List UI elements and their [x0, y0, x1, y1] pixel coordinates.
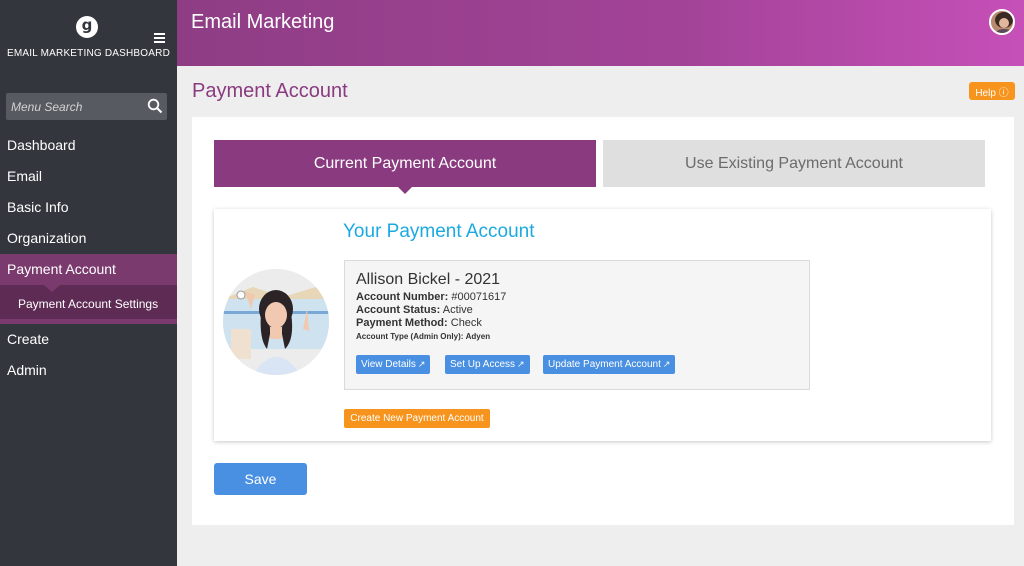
- sidebar-submenu: Payment Account Settings: [0, 285, 177, 324]
- external-link-icon: ↗: [417, 359, 426, 369]
- set-up-access-button[interactable]: Set Up Access ↗: [445, 355, 530, 374]
- create-new-payment-account-button[interactable]: Create New Payment Account: [344, 409, 490, 428]
- account-number-label: Account Number:: [356, 291, 449, 303]
- update-payment-account-label: Update Payment Account: [548, 359, 661, 370]
- external-link-icon: ↗: [517, 359, 525, 369]
- account-portrait: [223, 269, 329, 375]
- account-type-label: Account Type (Admin Only):: [356, 332, 464, 341]
- avatar-image: [991, 11, 1013, 33]
- brand: g EMAIL MARKETING DASHBOARD: [0, 0, 177, 66]
- sidebar-item-payment-account[interactable]: Payment Account: [0, 254, 177, 285]
- sidebar-item-admin[interactable]: Admin: [0, 355, 177, 386]
- brand-logo[interactable]: g: [76, 16, 98, 38]
- view-details-button[interactable]: View Details ↗: [356, 355, 431, 374]
- payment-account-card: Your Payment Account Allison Bickel - 20…: [214, 209, 991, 441]
- account-status-label: Account Status:: [356, 304, 441, 316]
- brand-name: EMAIL MARKETING DASHBOARD: [7, 48, 170, 59]
- hamburger-icon[interactable]: [154, 33, 165, 43]
- account-name: Allison Bickel - 2021: [356, 271, 501, 288]
- user-avatar[interactable]: [989, 9, 1015, 35]
- sidebar-item-organization[interactable]: Organization: [0, 223, 177, 254]
- tab-current-payment-account[interactable]: Current Payment Account: [214, 140, 596, 194]
- update-payment-account-button[interactable]: Update Payment Account ↗: [543, 355, 676, 374]
- sidebar-item-email[interactable]: Email: [0, 161, 177, 192]
- account-type-value: Adyen: [465, 332, 491, 341]
- card-heading: Your Payment Account: [343, 221, 535, 242]
- sidebar: g EMAIL MARKETING DASHBOARD Dashboard Em…: [0, 0, 177, 566]
- payment-method-label: Payment Method:: [356, 317, 448, 329]
- sidebar-item-basic-info[interactable]: Basic Info: [0, 192, 177, 223]
- account-number-value: #00071617: [451, 291, 507, 303]
- set-up-access-label: Set Up Access: [450, 359, 516, 370]
- account-info-box: Allison Bickel - 2021 Account Number: #0…: [344, 260, 810, 390]
- payment-method-row: Payment Method: Check: [356, 317, 482, 329]
- account-type-row: Account Type (Admin Only): Adyen: [356, 332, 490, 341]
- account-number-row: Account Number: #00071617: [356, 291, 506, 303]
- sidebar-nav: Dashboard Email Basic Info Organization …: [0, 130, 177, 386]
- menu-search: [6, 93, 167, 120]
- account-status-value: Active: [442, 304, 473, 316]
- top-header: Email Marketing: [177, 0, 1024, 66]
- sidebar-item-create[interactable]: Create: [0, 324, 177, 355]
- main-panel: Current Payment Account Use Existing Pay…: [192, 117, 1014, 525]
- menu-search-input[interactable]: [6, 93, 146, 120]
- sidebar-item-dashboard[interactable]: Dashboard: [0, 130, 177, 161]
- payment-method-value: Check: [450, 317, 482, 329]
- account-status-row: Account Status: Active: [356, 304, 473, 316]
- page-title: Payment Account: [192, 80, 348, 102]
- view-details-label: View Details: [361, 359, 416, 370]
- portrait-illustration: [223, 269, 329, 375]
- external-link-icon: ↗: [662, 359, 671, 369]
- header-title: Email Marketing: [191, 11, 335, 33]
- save-button[interactable]: Save: [214, 463, 307, 495]
- tab-use-existing-payment-account[interactable]: Use Existing Payment Account: [603, 140, 985, 187]
- search-icon[interactable]: [147, 98, 163, 114]
- sidebar-subitem-payment-account-settings[interactable]: Payment Account Settings: [18, 297, 158, 311]
- submenu-caret: [44, 285, 60, 292]
- help-button[interactable]: Help ⓘ: [969, 82, 1015, 100]
